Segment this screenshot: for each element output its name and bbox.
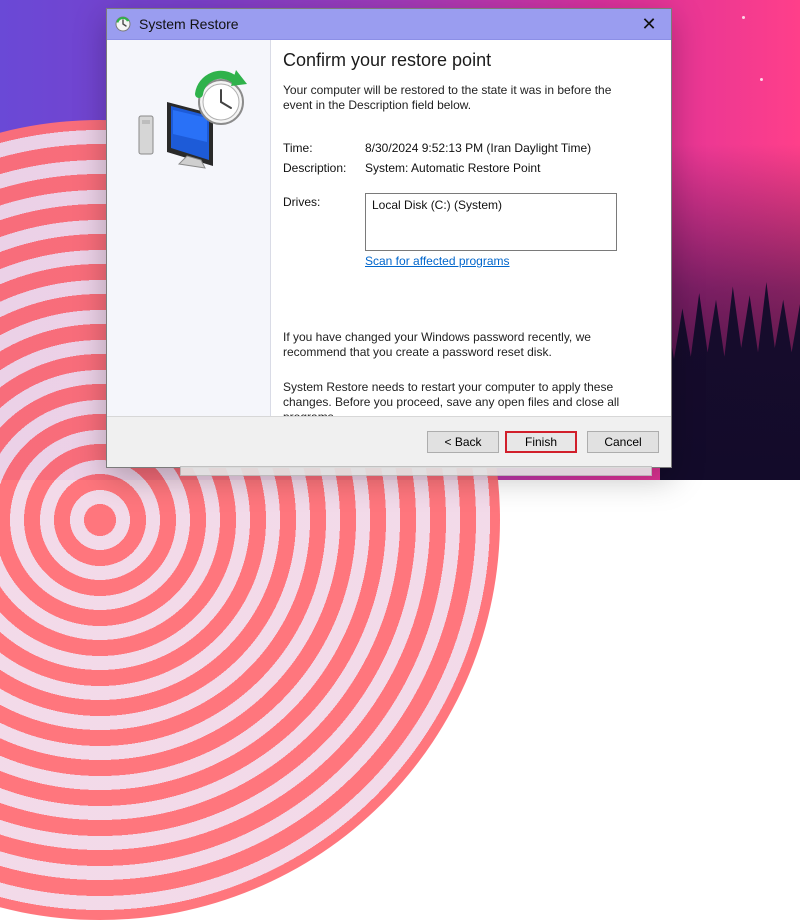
window-title: System Restore — [139, 16, 239, 32]
back-button[interactable]: < Back — [427, 431, 499, 453]
description-value: System: Automatic Restore Point — [365, 161, 541, 175]
wizard-content: Confirm your restore point Your computer… — [271, 40, 671, 424]
star — [760, 78, 763, 81]
restore-point-details: Time: 8/30/2024 9:52:13 PM (Iran Dayligh… — [283, 141, 653, 175]
close-button[interactable]: ✕ — [627, 9, 671, 39]
wizard-footer: < Back Finish Cancel — [107, 416, 671, 467]
description-row: Description: System: Automatic Restore P… — [283, 161, 653, 175]
password-note: If you have changed your Windows passwor… — [283, 330, 591, 359]
drives-label: Drives: — [283, 195, 321, 209]
page-title: Confirm your restore point — [283, 50, 492, 70]
system-restore-illustration — [138, 70, 247, 169]
wizard-illustration-pane — [107, 40, 271, 417]
intro-text: Your computer will be restored to the st… — [283, 83, 612, 112]
close-icon: ✕ — [641, 14, 657, 34]
cancel-button[interactable]: Cancel — [587, 431, 659, 453]
drives-section: Drives: Local Disk (C:) (System) — [283, 193, 653, 251]
scan-affected-programs-link[interactable]: Scan for affected programs — [365, 254, 510, 268]
description-label: Description: — [283, 161, 347, 175]
system-restore-icon — [115, 16, 131, 32]
window-body: Confirm your restore point Your computer… — [107, 40, 671, 424]
finish-button[interactable]: Finish — [505, 431, 577, 453]
system-restore-window: System Restore ✕ Confirm your restore po… — [106, 8, 672, 468]
drive-item: Local Disk (C:) (System) — [372, 198, 503, 212]
background-window-edge — [180, 466, 652, 476]
drives-list: Local Disk (C:) (System) — [365, 193, 617, 251]
time-value: 8/30/2024 9:52:13 PM (Iran Daylight Time… — [365, 141, 592, 155]
star — [742, 16, 745, 19]
titlebar: System Restore ✕ — [107, 9, 671, 40]
time-row: Time: 8/30/2024 9:52:13 PM (Iran Dayligh… — [283, 141, 653, 155]
time-label: Time: — [283, 141, 313, 155]
